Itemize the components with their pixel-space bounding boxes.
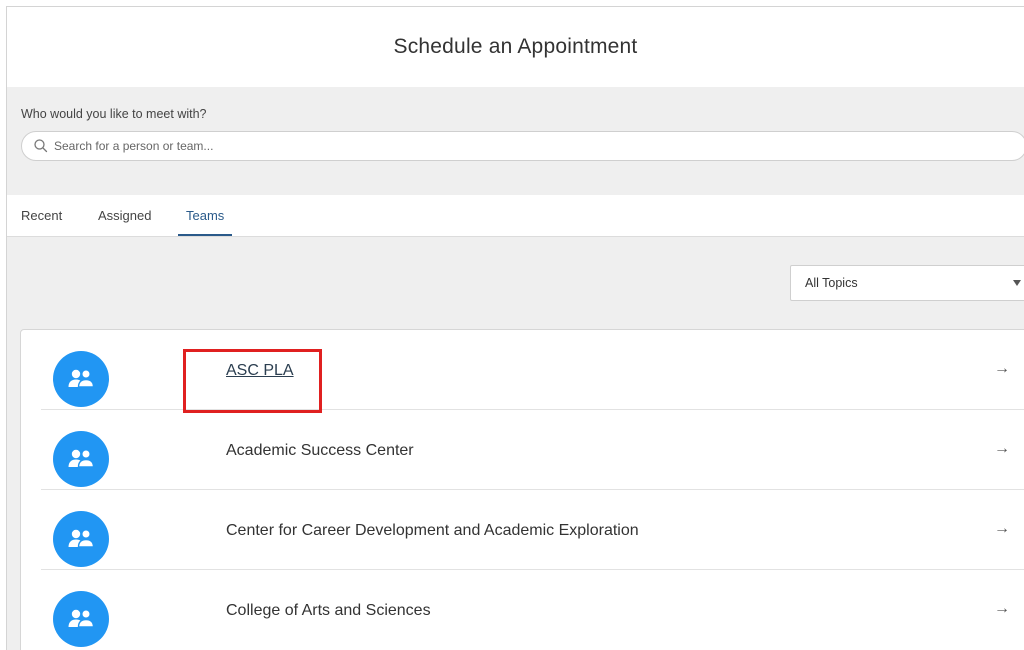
team-row-arts-and-sciences[interactable]: College of Arts and Sciences →	[41, 570, 1024, 650]
team-name[interactable]: ASC PLA	[226, 362, 294, 380]
chevron-down-icon	[1013, 280, 1021, 286]
team-icon	[53, 511, 109, 567]
team-name[interactable]: Center for Career Development and Academ…	[226, 522, 639, 540]
team-row-career-development[interactable]: Center for Career Development and Academ…	[41, 490, 1024, 570]
team-icon	[53, 351, 109, 407]
who-label: Who would you like to meet with?	[21, 107, 207, 121]
content-area: All Topics ASC PLA → Academic Success Ce…	[7, 237, 1024, 650]
topics-dropdown-value: All Topics	[805, 276, 858, 290]
page-title: Schedule an Appointment	[393, 35, 638, 58]
arrow-right-icon[interactable]: →	[994, 440, 1010, 458]
search-box[interactable]	[21, 131, 1024, 161]
arrow-right-icon[interactable]: →	[994, 520, 1010, 538]
arrow-right-icon[interactable]: →	[994, 360, 1010, 378]
team-list: ASC PLA → Academic Success Center → Cent…	[20, 329, 1024, 650]
team-row-asc-pla[interactable]: ASC PLA →	[41, 330, 1024, 410]
tab-recent[interactable]: Recent	[21, 208, 62, 236]
page-header: Schedule an Appointment	[7, 7, 1024, 87]
tab-assigned[interactable]: Assigned	[98, 208, 151, 236]
tab-teams[interactable]: Teams	[178, 208, 233, 236]
team-row-academic-success-center[interactable]: Academic Success Center →	[41, 410, 1024, 490]
team-name[interactable]: College of Arts and Sciences	[226, 602, 431, 620]
schedule-appointment-page: Schedule an Appointment Who would you li…	[0, 0, 1024, 650]
search-icon	[32, 137, 50, 155]
arrow-right-icon[interactable]: →	[994, 600, 1010, 618]
tab-bar: Recent Assigned Teams	[7, 195, 1024, 237]
team-icon	[53, 431, 109, 487]
team-name[interactable]: Academic Success Center	[226, 442, 414, 460]
search-input[interactable]	[54, 139, 1024, 153]
team-icon	[53, 591, 109, 647]
who-section: Who would you like to meet with?	[7, 87, 1024, 195]
topics-dropdown[interactable]: All Topics	[790, 265, 1024, 301]
